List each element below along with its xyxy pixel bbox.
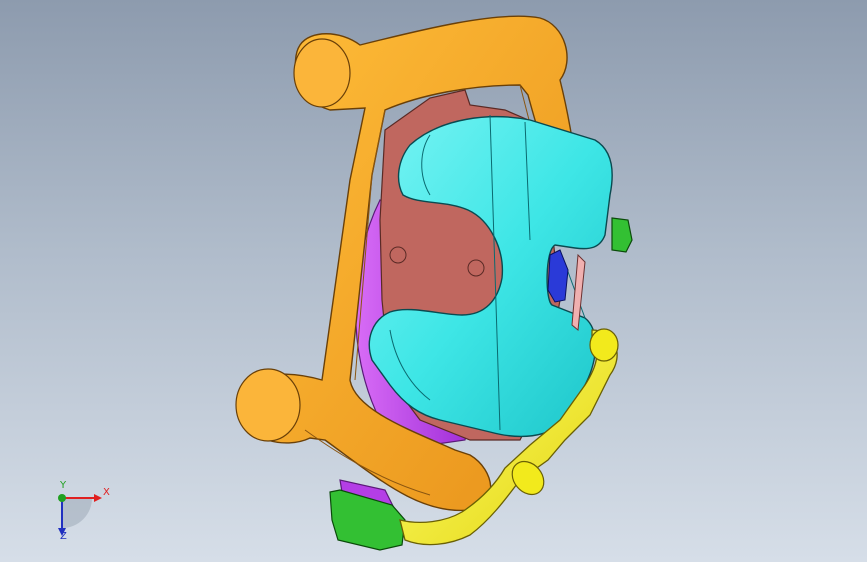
- hose-end: [589, 328, 619, 362]
- axis-z-label: Z: [60, 531, 67, 542]
- bracket-boss-top: [293, 38, 351, 108]
- graphics-viewport[interactable]: X Y Z: [0, 0, 867, 562]
- bracket-boss-bottom: [235, 368, 301, 442]
- axis-y-label: Y: [60, 480, 67, 491]
- axis-y-dot: [58, 494, 66, 502]
- bleeder-fitting-bottom: [329, 489, 406, 551]
- axis-x-label: X: [103, 487, 110, 498]
- bleeder-fitting-top: [611, 217, 633, 253]
- brake-caliper-model[interactable]: [0, 0, 867, 562]
- triad-shadow: [62, 498, 92, 528]
- axis-x-arrow: [94, 494, 102, 502]
- piston-window: [547, 249, 569, 303]
- coordinate-triad: X Y Z: [44, 480, 124, 550]
- triad-axes: [58, 494, 102, 536]
